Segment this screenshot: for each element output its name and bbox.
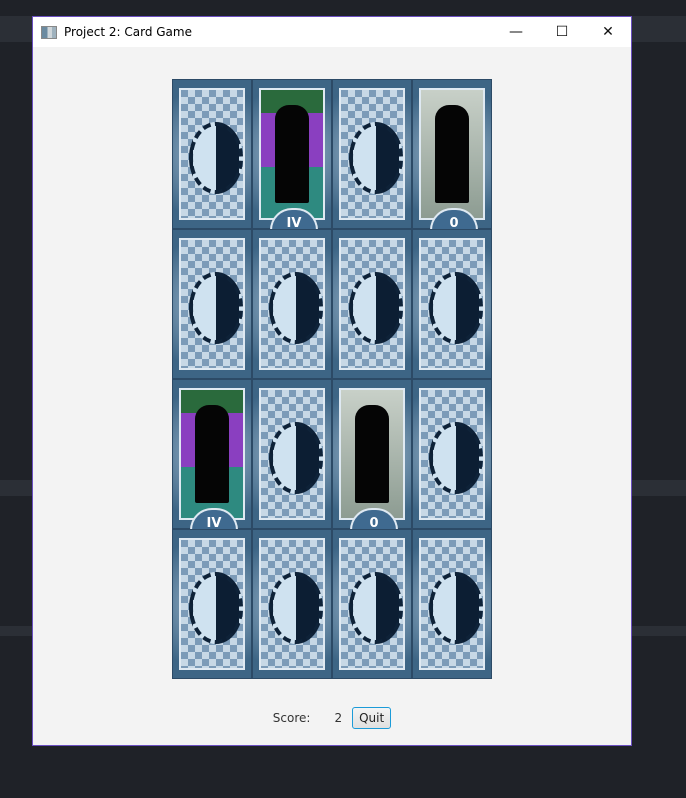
window-title: Project 2: Card Game xyxy=(64,25,192,39)
card-art xyxy=(419,538,485,670)
card-art xyxy=(179,238,245,370)
card-art xyxy=(419,238,485,370)
card-back[interactable] xyxy=(172,229,252,379)
card-art xyxy=(339,388,405,520)
card-back[interactable] xyxy=(332,529,412,679)
card-back[interactable] xyxy=(172,529,252,679)
card-face[interactable]: IV xyxy=(252,79,332,236)
card-back[interactable] xyxy=(252,529,332,679)
mask-icon xyxy=(429,272,483,344)
card-art xyxy=(419,388,485,520)
mask-icon xyxy=(269,572,323,644)
mask-icon xyxy=(269,272,323,344)
mask-icon xyxy=(269,422,323,494)
score-value: 2 xyxy=(334,711,343,725)
card-back[interactable] xyxy=(252,229,332,379)
card-art xyxy=(419,88,485,220)
close-button[interactable]: ✕ xyxy=(585,17,631,47)
mask-icon xyxy=(349,572,403,644)
mask-icon xyxy=(429,572,483,644)
card-face[interactable]: IV xyxy=(172,379,252,536)
app-window: Project 2: Card Game — ☐ ✕ IV 0 IV 0 Score:… xyxy=(32,16,632,746)
mask-icon xyxy=(189,572,243,644)
card-art xyxy=(179,538,245,670)
title-bar: Project 2: Card Game — ☐ ✕ xyxy=(33,17,631,47)
figure-icon xyxy=(195,405,229,503)
mask-icon xyxy=(349,122,403,194)
minimize-button[interactable]: — xyxy=(493,17,539,47)
card-back[interactable] xyxy=(172,79,252,229)
card-face[interactable]: 0 xyxy=(332,379,412,536)
mask-icon xyxy=(429,422,483,494)
score-label: Score: xyxy=(272,711,311,725)
quit-button[interactable]: Quit xyxy=(352,707,392,729)
mask-icon xyxy=(349,272,403,344)
card-back[interactable] xyxy=(412,229,492,379)
card-grid: IV 0 IV 0 xyxy=(172,79,492,679)
footer: Score: 2 Quit xyxy=(33,707,631,729)
mask-icon xyxy=(189,272,243,344)
card-art xyxy=(259,238,325,370)
card-back[interactable] xyxy=(252,379,332,529)
card-art xyxy=(259,88,325,220)
app-icon xyxy=(41,25,57,39)
card-back[interactable] xyxy=(412,529,492,679)
card-back[interactable] xyxy=(332,229,412,379)
card-art xyxy=(259,388,325,520)
card-back[interactable] xyxy=(412,379,492,529)
maximize-button[interactable]: ☐ xyxy=(539,17,585,47)
figure-icon xyxy=(275,105,309,203)
card-art xyxy=(179,88,245,220)
card-art xyxy=(179,388,245,520)
card-art xyxy=(339,88,405,220)
mask-icon xyxy=(189,122,243,194)
card-art xyxy=(259,538,325,670)
card-back[interactable] xyxy=(332,79,412,229)
card-art xyxy=(339,538,405,670)
figure-icon xyxy=(435,105,469,203)
card-art xyxy=(339,238,405,370)
card-face[interactable]: 0 xyxy=(412,79,492,236)
figure-icon xyxy=(355,405,389,503)
